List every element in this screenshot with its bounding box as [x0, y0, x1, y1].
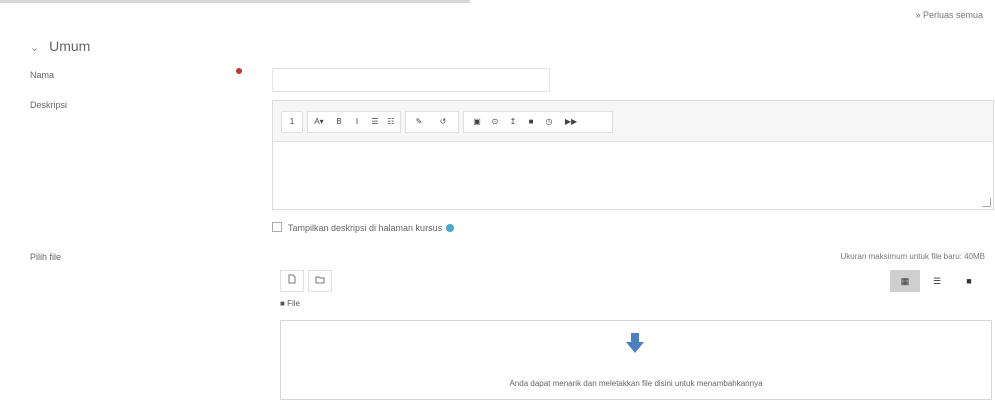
- section-title: Umum: [49, 38, 91, 54]
- section-toggle[interactable]: ⌄ Umum: [30, 38, 90, 54]
- folder-icon: [315, 276, 325, 284]
- file-path-label: File: [287, 299, 300, 308]
- h5p-button[interactable]: ◷: [542, 112, 556, 132]
- chevron-down-icon: ⌄: [30, 42, 40, 54]
- bullet-list-button[interactable]: ☰: [368, 112, 382, 132]
- expand-all-link[interactable]: » Perluas semua: [915, 10, 983, 20]
- media-button[interactable]: ⊙: [488, 112, 502, 132]
- drop-zone[interactable]: Anda dapat menarik dan meletakkan file d…: [280, 320, 992, 400]
- toolbar-collapse-button[interactable]: 1: [285, 112, 299, 132]
- toolbar-group-2: A▾ B I ☰ ☷: [307, 111, 401, 133]
- create-folder-button[interactable]: [308, 270, 332, 292]
- show-description-checkbox-row[interactable]: Tampilkan deskripsi di halaman kursus: [272, 222, 455, 233]
- file-path: ■ File: [280, 299, 300, 308]
- page-heading-bar: [0, 0, 470, 3]
- recordrtc-video-button[interactable]: ■: [524, 112, 538, 132]
- show-description-checkbox[interactable]: [272, 222, 282, 232]
- help-icon[interactable]: [446, 224, 455, 232]
- numbered-list-button[interactable]: ☷: [384, 112, 398, 132]
- name-input[interactable]: [272, 68, 550, 92]
- bold-button[interactable]: B: [332, 112, 346, 132]
- required-icon: [236, 68, 242, 74]
- folder-icon: ■: [280, 299, 285, 308]
- view-details-button[interactable]: ☰: [922, 270, 952, 292]
- link-button[interactable]: ✎: [412, 112, 426, 132]
- resize-handle[interactable]: [982, 198, 991, 207]
- show-description-label: Tampilkan deskripsi di halaman kursus: [288, 223, 443, 233]
- arrow-down-icon: [626, 333, 644, 353]
- recordrtc-audio-button[interactable]: ↥: [506, 112, 520, 132]
- toolbar-group-3: ✎ ↺: [405, 111, 459, 133]
- unlink-button[interactable]: ↺: [436, 112, 450, 132]
- view-tree-button[interactable]: ■: [954, 270, 984, 292]
- editor-toolbar: 1 A▾ B I ☰ ☷ ✎ ↺ ▣ ⊙ ↥ ■ ◷ ▶▶: [273, 101, 993, 142]
- toolbar-group-4: ▣ ⊙ ↥ ■ ◷ ▶▶: [463, 111, 613, 133]
- image-button[interactable]: ▣: [470, 112, 484, 132]
- files-label: Pilih file: [30, 252, 62, 262]
- italic-button[interactable]: I: [350, 112, 364, 132]
- file-picker: ▦ ☰ ■ ■ File Anda dapat menarik dan mele…: [272, 265, 992, 400]
- name-label: Nama: [30, 70, 55, 80]
- more-buttons-button[interactable]: ▶▶: [564, 112, 578, 132]
- file-icon: [288, 274, 296, 284]
- add-file-button[interactable]: [280, 270, 304, 292]
- view-icons-button[interactable]: ▦: [890, 270, 920, 292]
- font-size-button[interactable]: A▾: [312, 112, 326, 132]
- description-label: Deskripsi: [30, 100, 68, 110]
- drop-zone-text: Anda dapat menarik dan meletakkan file d…: [509, 379, 763, 388]
- toolbar-group-1: 1: [281, 111, 303, 133]
- description-editor[interactable]: 1 A▾ B I ☰ ☷ ✎ ↺ ▣ ⊙ ↥ ■ ◷ ▶▶: [272, 100, 994, 210]
- max-size-label: Ukuran maksimum untuk file baru: 40MB: [840, 252, 986, 261]
